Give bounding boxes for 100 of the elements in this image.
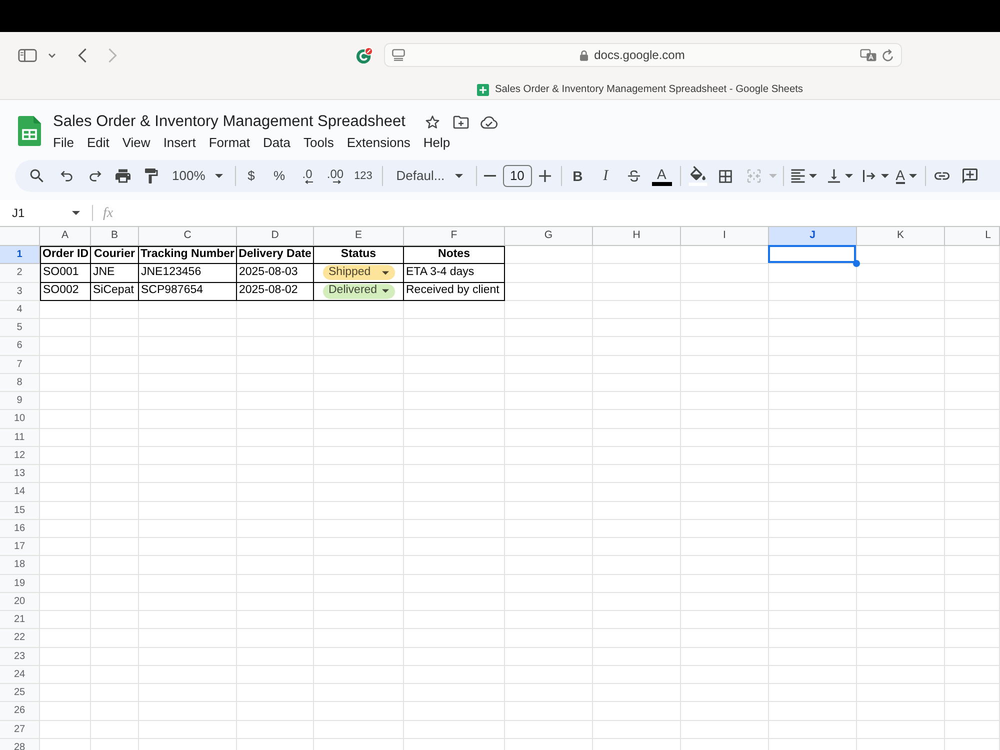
row-header[interactable]: 14 — [0, 483, 40, 502]
caret-icon[interactable] — [844, 174, 853, 178]
increase-decimal-button[interactable]: .00 — [321, 164, 350, 188]
text-rotation-button[interactable]: A — [896, 164, 918, 188]
row-header[interactable]: 17 — [0, 538, 40, 556]
menu-item[interactable]: Tools — [297, 132, 340, 152]
column-header[interactable]: D — [237, 227, 314, 246]
merge-cells-icon[interactable] — [746, 168, 762, 184]
plus-icon[interactable] — [538, 170, 551, 182]
menu-item[interactable]: File — [47, 132, 80, 152]
row-header[interactable]: 27 — [0, 720, 40, 739]
row-header[interactable]: 24 — [0, 666, 40, 684]
menu-item[interactable]: View — [116, 132, 156, 152]
caret-icon[interactable] — [808, 174, 817, 178]
table-cell — [945, 337, 1000, 356]
menu-item[interactable]: Insert — [157, 132, 202, 152]
page-menu-icon[interactable] — [392, 49, 405, 61]
row-header[interactable]: 22 — [0, 629, 40, 648]
row-header[interactable]: 12 — [0, 446, 40, 465]
italic-button[interactable]: I — [592, 164, 620, 188]
row-header[interactable]: 11 — [0, 428, 40, 447]
fill-color-icon[interactable] — [688, 166, 708, 186]
row-header[interactable]: 20 — [0, 592, 40, 611]
browser-tab[interactable]: Sales Order & Inventory Management Spreadsheet - Google Sheets — [476, 82, 804, 98]
table-cell: 2025-08-03 — [237, 264, 314, 282]
paint-format-icon[interactable] — [142, 167, 160, 185]
fill-handle[interactable] — [853, 260, 860, 268]
move-folder-icon[interactable] — [453, 115, 470, 129]
print-icon[interactable] — [114, 167, 132, 185]
name-box[interactable]: J1 — [6, 202, 86, 224]
row-header[interactable]: 23 — [0, 648, 40, 666]
strikethrough-icon[interactable] — [626, 168, 642, 184]
column-header[interactable]: B — [91, 227, 139, 246]
bold-button[interactable]: B — [564, 164, 592, 188]
row-header[interactable]: 25 — [0, 684, 40, 702]
spreadsheet-logo-icon[interactable] — [18, 116, 41, 146]
menu-item[interactable]: Format — [202, 132, 256, 152]
add-comment-icon[interactable] — [961, 167, 980, 185]
minus-icon[interactable] — [484, 175, 496, 177]
row-header[interactable]: 6 — [0, 337, 40, 356]
row-header[interactable]: 2 — [0, 264, 40, 282]
row-header[interactable]: 3 — [0, 282, 40, 301]
row-header[interactable]: 28 — [0, 738, 40, 750]
decrease-decimal-button[interactable]: .0 — [293, 164, 322, 188]
percent-format-button[interactable]: % — [265, 164, 294, 188]
row-header[interactable]: 9 — [0, 392, 40, 410]
row-header[interactable]: 13 — [0, 465, 40, 484]
column-header[interactable]: E — [314, 227, 404, 246]
search-icon[interactable] — [28, 167, 46, 185]
sidebar-icon[interactable] — [18, 48, 37, 62]
row-header[interactable]: 8 — [0, 374, 40, 392]
cloud-check-icon[interactable] — [480, 116, 498, 128]
redo-icon[interactable] — [87, 168, 103, 184]
row-header[interactable]: 19 — [0, 574, 40, 593]
font-select[interactable]: Defaul... — [391, 164, 468, 188]
status-chip[interactable]: Delivered — [322, 284, 394, 299]
column-header[interactable]: A — [40, 227, 91, 246]
row-header[interactable]: 4 — [0, 300, 40, 319]
translate-icon[interactable] — [860, 48, 877, 62]
align-left-icon[interactable] — [788, 167, 807, 185]
row-header[interactable]: 10 — [0, 410, 40, 428]
row-header[interactable]: 1 — [0, 246, 40, 264]
row-header[interactable]: 21 — [0, 611, 40, 630]
menu-item[interactable]: Help — [417, 132, 456, 152]
borders-icon[interactable] — [717, 168, 734, 184]
zoom-select[interactable]: 100% — [168, 164, 228, 188]
reload-icon[interactable] — [882, 48, 894, 62]
column-header[interactable]: K — [857, 227, 945, 246]
caret-icon[interactable] — [880, 174, 889, 178]
row-header[interactable]: 7 — [0, 356, 40, 374]
column-header[interactable]: C — [139, 227, 237, 246]
row-header[interactable]: 5 — [0, 319, 40, 338]
menu-item[interactable]: Data — [257, 132, 296, 152]
font-size-field[interactable]: 10 — [502, 165, 532, 187]
menu-item[interactable]: Edit — [80, 132, 116, 152]
star-icon[interactable] — [425, 114, 440, 130]
undo-icon[interactable] — [59, 168, 75, 184]
extension-icon[interactable] — [356, 46, 373, 64]
table-cell — [91, 629, 139, 648]
column-header[interactable]: F — [404, 227, 505, 246]
menu-item[interactable]: Extensions — [340, 132, 416, 152]
address-field[interactable]: docs.google.com — [384, 43, 902, 67]
row-header[interactable]: 18 — [0, 556, 40, 574]
chevron-down-icon[interactable] — [48, 52, 56, 58]
document-title[interactable]: Sales Order & Inventory Management Spreadsheet — [53, 114, 406, 130]
more-formats-button[interactable]: 123 — [349, 164, 378, 188]
text-color-button[interactable]: A — [652, 166, 672, 186]
row-header[interactable]: 15 — [0, 502, 40, 520]
column-header[interactable]: G — [505, 227, 593, 246]
row-header[interactable]: 16 — [0, 520, 40, 538]
column-header[interactable]: J — [769, 227, 857, 246]
status-chip[interactable]: Shipped — [322, 265, 394, 280]
column-header[interactable]: H — [593, 227, 681, 246]
currency-format-button[interactable]: $ — [237, 164, 266, 188]
arrow-right-icon — [333, 180, 342, 184]
back-icon[interactable] — [78, 48, 87, 62]
column-header[interactable]: I — [681, 227, 769, 246]
row-header[interactable]: 26 — [0, 702, 40, 720]
table-cell: SO001 — [40, 264, 91, 282]
column-header[interactable]: L — [945, 227, 1000, 246]
